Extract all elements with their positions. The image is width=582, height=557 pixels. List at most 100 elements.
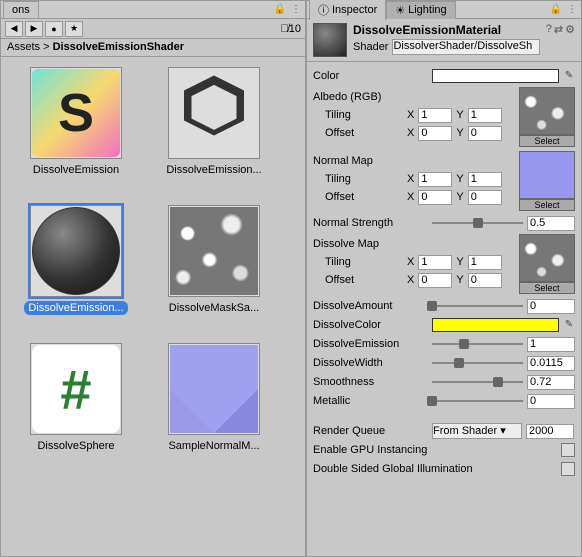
normalmap-tiling-x[interactable]	[418, 172, 452, 187]
albedo-tiling-x[interactable]	[418, 108, 452, 123]
filter-button[interactable]: ●	[45, 21, 63, 37]
dissolve-width-value[interactable]	[527, 356, 575, 371]
asset-label: DissolveEmission	[29, 163, 123, 177]
asset-item[interactable]: DissolveEmission...	[149, 67, 279, 197]
color-label: Color	[313, 70, 428, 82]
dissolvemap-offset-y[interactable]	[468, 273, 502, 288]
normalmap-tiling-y[interactable]	[468, 172, 502, 187]
menu-icon[interactable]: ⋮	[565, 3, 579, 17]
unity-logo-icon	[169, 68, 259, 158]
albedo-tiling-label: Tiling	[313, 109, 403, 121]
normalmap-group: Normal Map Tiling X Y Offset X Y Select	[313, 151, 575, 212]
asset-thumb	[30, 205, 122, 297]
tab-lighting[interactable]: ☀Lighting	[386, 1, 455, 19]
normalmap-offset-y[interactable]	[468, 190, 502, 205]
normalmap-offset-x[interactable]	[418, 190, 452, 205]
dissolve-width-row: DissolveWidth	[313, 355, 575, 371]
albedo-select-button[interactable]: Select	[519, 135, 575, 147]
asset-thumb	[168, 205, 260, 297]
smoothness-slider[interactable]	[432, 375, 523, 389]
asset-label: DissolveMaskSa...	[165, 301, 263, 315]
dissolve-color-swatch[interactable]	[432, 318, 559, 332]
smoothness-row: Smoothness	[313, 374, 575, 390]
gear-icon[interactable]: ⚙	[565, 23, 575, 36]
dissolvemap-label: Dissolve Map	[313, 238, 428, 250]
color-swatch[interactable]	[432, 69, 559, 83]
dissolvemap-texture-slot[interactable]	[519, 234, 575, 282]
dissolvemap-offset-x[interactable]	[418, 273, 452, 288]
normalmap-texture-slot[interactable]	[519, 151, 575, 199]
gpu-instancing-checkbox[interactable]	[561, 443, 575, 457]
breadcrumb-current[interactable]: DissolveEmissionShader	[53, 41, 184, 53]
material-name: DissolveEmissionMaterial	[353, 23, 540, 37]
color-row: Color ✎	[313, 68, 575, 84]
material-preview-icon[interactable]	[313, 23, 347, 57]
eyedropper-icon[interactable]: ✎	[563, 70, 575, 82]
albedo-label: Albedo (RGB)	[313, 91, 428, 103]
breadcrumb-root[interactable]: Assets	[7, 41, 40, 53]
breadcrumb[interactable]: Assets > DissolveEmissionShader	[1, 39, 305, 57]
asset-label: SampleNormalM...	[164, 439, 263, 453]
inspector-icon: ⓘ	[318, 2, 329, 18]
eyedropper-icon[interactable]: ✎	[563, 319, 575, 331]
tab-inspector[interactable]: ⓘInspector	[309, 0, 386, 20]
render-queue-dropdown[interactable]: From Shader ▾	[432, 423, 522, 439]
dissolve-width-slider[interactable]	[432, 356, 523, 370]
nav-back-button[interactable]: ◀	[5, 21, 23, 37]
normalmap-select-button[interactable]: Select	[519, 199, 575, 211]
asset-item[interactable]: DissolveMaskSa...	[149, 205, 279, 335]
asset-label: DissolveEmission...	[24, 301, 127, 315]
asset-item[interactable]: #DissolveSphere	[11, 343, 141, 473]
dissolve-emission-value[interactable]	[527, 337, 575, 352]
albedo-texture-slot[interactable]	[519, 87, 575, 135]
dissolve-amount-row: DissolveAmount	[313, 298, 575, 314]
tab-lighting-label: Lighting	[408, 4, 447, 16]
hidden-icon: 👁̸	[281, 23, 289, 35]
favorite-button[interactable]: ★	[65, 21, 83, 37]
project-tab-bar: ons 🔒 ⋮	[1, 1, 305, 19]
metallic-row: Metallic	[313, 393, 575, 409]
asset-item[interactable]: SDissolveEmission	[11, 67, 141, 197]
lock-icon[interactable]: 🔒	[549, 3, 563, 17]
albedo-group: Albedo (RGB) Tiling X Y Offset X Y Selec…	[313, 87, 575, 148]
gpu-instancing-row: Enable GPU Instancing	[313, 442, 575, 458]
dissolve-emission-row: DissolveEmission	[313, 336, 575, 352]
inspector-panel: ⓘInspector ☀Lighting 🔒⋮ DissolveEmission…	[306, 0, 582, 557]
albedo-tiling-y[interactable]	[468, 108, 502, 123]
albedo-offset-x[interactable]	[418, 126, 452, 141]
nav-fwd-button[interactable]: ▶	[25, 21, 43, 37]
dissolvemap-tiling-x[interactable]	[418, 255, 452, 270]
asset-item[interactable]: DissolveEmission...	[11, 205, 141, 335]
render-queue-row: Render Queue From Shader ▾	[313, 423, 575, 439]
smoothness-value[interactable]	[527, 375, 575, 390]
lock-icon[interactable]: 🔒	[273, 3, 287, 17]
preset-icon[interactable]: ⇄	[554, 23, 563, 36]
help-icon[interactable]: ?	[546, 23, 552, 36]
property-list: Color ✎ Albedo (RGB) Tiling X Y Offset X…	[307, 62, 581, 483]
metallic-value[interactable]	[527, 394, 575, 409]
asset-thumb: #	[30, 343, 122, 435]
dissolve-amount-slider[interactable]	[432, 299, 523, 313]
asset-label: DissolveEmission...	[162, 163, 265, 177]
normal-strength-slider[interactable]	[432, 216, 523, 230]
project-tab[interactable]: ons	[3, 1, 39, 18]
dissolvemap-select-button[interactable]: Select	[519, 282, 575, 294]
dissolve-emission-slider[interactable]	[432, 337, 523, 351]
inspector-tab-bar: ⓘInspector ☀Lighting 🔒⋮	[307, 1, 581, 19]
asset-grid: SDissolveEmission DissolveEmission... Diss…	[1, 57, 305, 556]
dissolve-amount-value[interactable]	[527, 299, 575, 314]
material-header: DissolveEmissionMaterial Shader Dissolve…	[307, 19, 581, 62]
albedo-offset-y[interactable]	[468, 126, 502, 141]
dissolvemap-tiling-y[interactable]	[468, 255, 502, 270]
render-queue-value[interactable]	[526, 424, 574, 439]
asset-thumb	[168, 67, 260, 159]
project-panel: ons 🔒 ⋮ ◀ ▶ ● ★ 👁̸10 Assets > DissolveEm…	[0, 0, 306, 557]
asset-item[interactable]: SampleNormalM...	[149, 343, 279, 473]
shader-label: Shader	[353, 41, 388, 53]
normal-strength-value[interactable]	[527, 216, 575, 231]
normal-strength-row: Normal Strength	[313, 215, 575, 231]
double-sided-checkbox[interactable]	[561, 462, 575, 476]
metallic-slider[interactable]	[432, 394, 523, 408]
shader-dropdown[interactable]: DissolverShader/DissolveSh	[392, 39, 539, 55]
menu-icon[interactable]: ⋮	[289, 3, 303, 17]
